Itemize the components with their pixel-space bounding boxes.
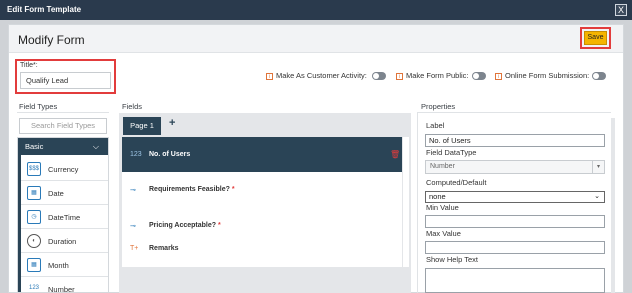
field-type-date[interactable]: ▦ Date <box>21 181 108 205</box>
field-row-requirements-feasible[interactable]: ⊸ Requirements Feasible? * <box>122 172 402 209</box>
field-types-search-input[interactable]: Search Field Types <box>19 118 107 134</box>
dialog-titlebar: Edit Form Template X <box>0 0 632 20</box>
online-submission-toggle[interactable] <box>592 72 606 80</box>
help-text-label: Show Help Text <box>426 255 478 264</box>
datatype-value: Number <box>430 163 455 170</box>
form-public-option: i Make Form Public: <box>396 71 469 80</box>
text-icon: T+ <box>130 245 139 252</box>
online-submission-option: i Online Form Submission: <box>495 71 589 80</box>
form-public-label: Make Form Public: <box>406 71 469 80</box>
page-scrollbar[interactable] <box>611 118 615 293</box>
computed-label: Computed/Default <box>426 178 487 187</box>
label-input[interactable]: No. of Users <box>425 134 605 147</box>
max-value-label: Max Value <box>426 229 461 238</box>
field-type-label: Number <box>48 285 75 293</box>
field-type-number[interactable]: 123 Number <box>21 277 108 293</box>
boolean-icon: ⊸ <box>130 223 136 230</box>
online-submission-label: Online Form Submission: <box>505 71 590 80</box>
field-label: Pricing Acceptable? * <box>149 222 221 229</box>
required-marker: * <box>218 222 221 229</box>
field-label-text: Pricing Acceptable? <box>149 222 217 229</box>
datatype-select[interactable]: Number ▾ <box>425 160 605 174</box>
field-row-remarks[interactable]: T+ Remarks <box>122 231 402 268</box>
chevron-down-icon: ⌵ <box>92 142 99 151</box>
fields-scrollbar[interactable] <box>403 137 409 267</box>
basic-group-header[interactable]: Basic ⌵ <box>18 138 108 155</box>
month-calendar-icon: ▦ <box>27 258 41 272</box>
form-public-toggle[interactable] <box>472 72 486 80</box>
field-type-label: DateTime <box>48 213 81 222</box>
info-icon: i <box>266 72 273 80</box>
divider <box>17 112 109 113</box>
computed-value: none <box>429 192 446 201</box>
datatype-label: Field DataType <box>426 148 477 157</box>
computed-select[interactable]: none ⌄ <box>425 191 605 203</box>
number-icon: 123 <box>130 151 142 158</box>
field-label-text: Requirements Feasible? <box>149 186 230 193</box>
field-type-datetime[interactable]: ◷ DateTime <box>21 205 108 229</box>
field-type-label: Currency <box>48 165 79 174</box>
fields-title: Fields <box>122 102 143 111</box>
chevron-down-icon: ⌄ <box>594 193 600 200</box>
customer-activity-option: i Make As Customer Activity: <box>266 71 367 80</box>
title-label: Title*: <box>20 62 38 69</box>
field-row-no-of-users[interactable]: 123 No. of Users 🗑 <box>122 137 402 174</box>
boolean-icon: ⊸ <box>130 187 136 194</box>
calendar-icon: ▦ <box>27 186 41 200</box>
customer-activity-label: Make As Customer Activity: <box>276 71 367 80</box>
customer-activity-toggle[interactable] <box>372 72 386 80</box>
delete-icon[interactable]: 🗑 <box>390 150 400 159</box>
dialog-title: Edit Form Template <box>7 5 82 14</box>
duration-icon: ◐ <box>27 234 41 248</box>
label-label: Label <box>426 121 445 130</box>
form-header: Modify Form <box>9 25 623 53</box>
info-icon: i <box>396 72 403 80</box>
info-icon: i <box>495 72 502 80</box>
field-type-label: Month <box>48 261 69 270</box>
min-value-input[interactable] <box>425 215 605 228</box>
field-type-label: Date <box>48 189 64 198</box>
required-marker: * <box>231 186 235 193</box>
title-input[interactable]: Qualify Lead <box>20 72 111 89</box>
field-type-month[interactable]: ▦ Month <box>21 253 108 277</box>
properties-title: Properties <box>421 102 456 111</box>
field-label: Requirements Feasible? * <box>149 186 235 193</box>
number-icon: 123 <box>28 285 39 291</box>
currency-icon: $$$ <box>27 162 41 176</box>
help-text-input[interactable] <box>425 268 605 293</box>
clock-icon: ◷ <box>27 210 41 224</box>
field-types-title: Field Types <box>19 102 58 111</box>
field-label: Remarks <box>149 245 179 252</box>
save-button[interactable]: Save <box>584 31 607 45</box>
field-type-currency[interactable]: $$$ Currency <box>21 157 108 181</box>
close-icon[interactable]: X <box>615 4 627 16</box>
page-title: Modify Form <box>18 33 85 47</box>
tab-page-1[interactable]: Page 1 <box>123 117 161 135</box>
field-type-duration[interactable]: ◐ Duration <box>21 229 108 253</box>
max-value-input[interactable] <box>425 241 605 254</box>
chevron-down-icon: ▾ <box>592 161 604 173</box>
basic-group-label: Basic <box>25 142 44 151</box>
field-type-label: Duration <box>48 237 77 246</box>
field-label: No. of Users <box>149 151 191 158</box>
field-types-list: Basic ⌵ $$$ Currency ▦ Date ◷ DateTime ◐… <box>17 137 109 293</box>
min-value-label: Min Value <box>426 203 459 212</box>
add-page-icon[interactable]: + <box>169 117 175 129</box>
